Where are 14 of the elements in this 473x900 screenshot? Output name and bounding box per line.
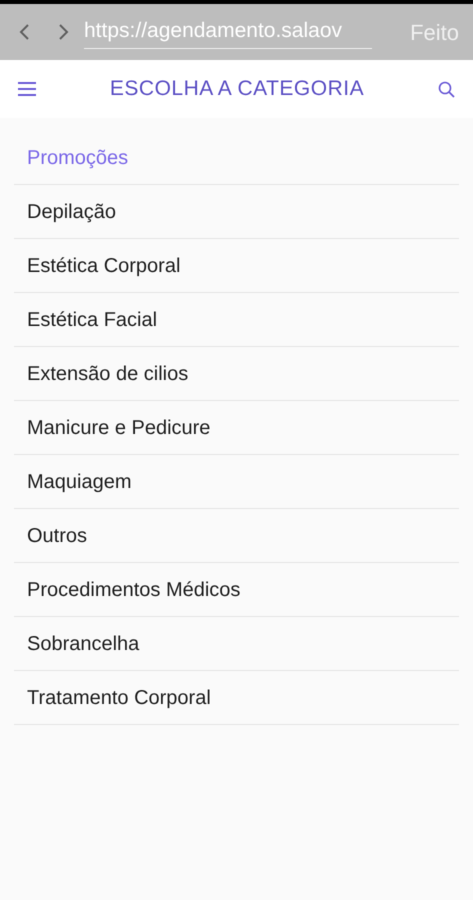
category-item[interactable]: Outros — [14, 509, 459, 563]
category-item[interactable]: Promoções — [14, 131, 459, 185]
category-item[interactable]: Estética Facial — [14, 293, 459, 347]
category-item[interactable]: Sobrancelha — [14, 617, 459, 671]
category-item[interactable]: Procedimentos Médicos — [14, 563, 459, 617]
category-item[interactable]: Extensão de cilios — [14, 347, 459, 401]
category-item[interactable]: Depilação — [14, 185, 459, 239]
page-title: ESCOLHA A CATEGORIA — [108, 76, 366, 102]
category-item[interactable]: Maquiagem — [14, 455, 459, 509]
category-item[interactable]: Estética Corporal — [14, 239, 459, 293]
menu-icon[interactable] — [18, 82, 36, 96]
category-item[interactable]: Manicure e Pedicure — [14, 401, 459, 455]
search-icon[interactable] — [438, 80, 455, 98]
category-item[interactable]: Tratamento Corporal — [14, 671, 459, 725]
